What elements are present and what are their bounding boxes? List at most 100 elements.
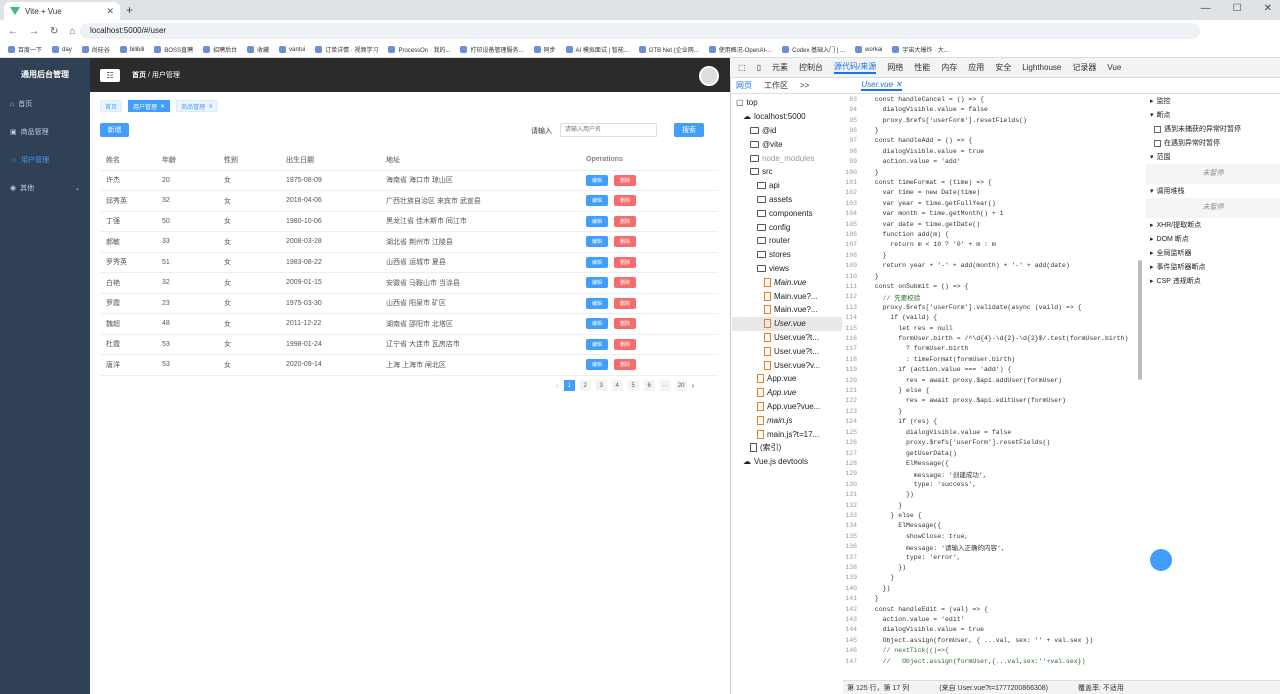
bookmark-item[interactable]: 招聘后台: [203, 45, 237, 54]
bookmark-item[interactable]: 宇宙大爆炸 · 大...: [892, 45, 949, 54]
devtools-tab[interactable]: 控制台: [799, 62, 823, 73]
minimize-icon[interactable]: —: [1201, 3, 1211, 14]
delete-button[interactable]: 删除: [614, 359, 636, 371]
tree-item[interactable]: @vite: [732, 137, 842, 151]
inspect-icon[interactable]: ⬚: [738, 63, 746, 72]
edit-button[interactable]: 编辑: [586, 215, 608, 227]
event-section[interactable]: ▸ 事件监听器断点: [1146, 260, 1280, 274]
tree-item[interactable]: api: [732, 179, 842, 193]
edit-button[interactable]: 编辑: [586, 318, 608, 330]
page-item[interactable]: 20: [675, 380, 687, 391]
devtools-tab[interactable]: Vue: [1107, 63, 1121, 72]
tree-item[interactable]: assets: [732, 193, 842, 207]
tree-item[interactable]: ☁ Vue.js devtools: [732, 455, 842, 469]
delete-button[interactable]: 删除: [614, 256, 636, 268]
tree-item[interactable]: App.vue: [732, 386, 842, 400]
device-icon[interactable]: ▯: [757, 63, 761, 72]
delete-button[interactable]: 删除: [614, 318, 636, 330]
devtools-tab[interactable]: 应用: [968, 62, 984, 73]
breadcrumb-home[interactable]: 首页: [132, 72, 146, 79]
tree-item[interactable]: App.vue?vue...: [732, 400, 842, 414]
tree-item[interactable]: router: [732, 234, 842, 248]
bookmark-item[interactable]: vantui: [279, 46, 305, 53]
tab-page[interactable]: 网页: [736, 80, 752, 91]
address-bar[interactable]: localhost:5000/#/user: [80, 23, 1200, 39]
page-item[interactable]: 5: [627, 380, 639, 391]
delete-button[interactable]: 删除: [614, 297, 636, 309]
tree-item[interactable]: User.vue?t...: [732, 331, 842, 345]
bookmark-item[interactable]: day: [52, 46, 72, 53]
devtools-tab[interactable]: Lighthouse: [1022, 63, 1061, 72]
browser-tab[interactable]: Vite + Vue ✕: [4, 2, 120, 20]
pause-caught-checkbox[interactable]: 在遇到异常时暂停: [1146, 136, 1280, 150]
page-item[interactable]: ···: [659, 380, 671, 391]
delete-button[interactable]: 删除: [614, 338, 636, 350]
sidebar-item-goods[interactable]: ▣ 商品管理: [0, 118, 90, 146]
devtools-tab[interactable]: 记录器: [1072, 62, 1096, 73]
breakpoints-section[interactable]: ▾ 断点: [1146, 108, 1280, 122]
tree-item[interactable]: node_modules: [732, 151, 842, 165]
devtools-tab[interactable]: 安全: [995, 62, 1011, 73]
global-section[interactable]: ▸ 全局监听器: [1146, 246, 1280, 260]
bookmark-item[interactable]: 收藏: [247, 45, 269, 54]
sidebar-item-other[interactable]: ◉ 其他 ⌄: [0, 174, 90, 202]
tree-item[interactable]: views: [732, 262, 842, 276]
page-item[interactable]: 3: [595, 380, 607, 391]
bookmark-item[interactable]: 订单详情 · 视频学习: [315, 45, 378, 54]
back-icon[interactable]: ←: [8, 26, 18, 37]
edit-button[interactable]: 编辑: [586, 174, 608, 186]
edit-button[interactable]: 编辑: [586, 277, 608, 289]
bookmark-item[interactable]: GTB Net (企业网...: [638, 45, 699, 54]
search-button[interactable]: 搜索: [674, 123, 704, 137]
delete-button[interactable]: 删除: [614, 195, 636, 207]
tag-users[interactable]: 用户管理 ✕: [128, 100, 171, 112]
avatar[interactable]: [699, 66, 719, 86]
tree-item[interactable]: main.js: [732, 413, 842, 427]
editor-scrollbar[interactable]: [1138, 260, 1142, 380]
callstack-section[interactable]: ▾ 调用堆栈: [1146, 184, 1280, 198]
close-icon[interactable]: ✕: [208, 103, 213, 110]
close-window-icon[interactable]: ✕: [1264, 3, 1272, 14]
tree-item[interactable]: config: [732, 220, 842, 234]
watch-section[interactable]: ▸ 监控: [1146, 94, 1280, 108]
delete-button[interactable]: 删除: [614, 174, 636, 186]
menu-toggle-button[interactable]: ☷: [100, 68, 120, 82]
edit-button[interactable]: 编辑: [586, 338, 608, 350]
search-input[interactable]: [560, 123, 657, 137]
dom-section[interactable]: ▸ DOM 断点: [1146, 232, 1280, 246]
bookmark-item[interactable]: 使用概况-OpenAI-...: [708, 45, 772, 54]
forward-icon[interactable]: →: [29, 26, 39, 37]
tree-item[interactable]: ▢ top: [732, 96, 842, 110]
bookmark-item[interactable]: AI 模拟面试 | 智能...: [565, 45, 629, 54]
bookmark-item[interactable]: Codex 基础入门 | ...: [782, 45, 845, 54]
tag-home[interactable]: 首页: [100, 100, 123, 112]
edit-button[interactable]: 编辑: [586, 236, 608, 248]
maximize-icon[interactable]: ☐: [1233, 3, 1242, 14]
bookmark-item[interactable]: ProcessOn · 我的...: [388, 45, 450, 54]
edit-button[interactable]: 编辑: [586, 256, 608, 268]
bookmark-item[interactable]: 百度一下: [8, 45, 42, 54]
tree-item[interactable]: Main.vue?...: [732, 289, 842, 303]
csp-section[interactable]: ▸ CSP 违规断点: [1146, 274, 1280, 288]
edit-button[interactable]: 编辑: [586, 297, 608, 309]
tree-item[interactable]: ☁ localhost:5000: [732, 110, 842, 124]
pause-uncaught-checkbox[interactable]: 遇到未捕获的异常时暂停: [1146, 122, 1280, 136]
page-item[interactable]: 1: [563, 380, 575, 391]
tab-workspace[interactable]: 工作区: [764, 80, 788, 91]
devtools-tab[interactable]: 内存: [941, 62, 957, 73]
tree-item[interactable]: @id: [732, 124, 842, 138]
devtools-tab[interactable]: 元素: [772, 62, 788, 73]
bookmark-item[interactable]: 打印设备管理服务...: [460, 45, 524, 54]
bookmark-item[interactable]: 尚硅谷: [81, 45, 110, 54]
edit-button[interactable]: 编辑: [586, 195, 608, 207]
home-icon[interactable]: ⌂: [69, 26, 75, 37]
tree-item[interactable]: main.js?t=17...: [732, 427, 842, 441]
next-page-icon[interactable]: ›: [692, 381, 695, 390]
devtools-tab[interactable]: 性能: [914, 62, 930, 73]
page-item[interactable]: 4: [611, 380, 623, 391]
bookmark-item[interactable]: workai: [855, 46, 882, 53]
add-user-button[interactable]: 新增: [100, 123, 129, 137]
tree-item[interactable]: components: [732, 206, 842, 220]
scope-section[interactable]: ▾ 范围: [1146, 150, 1280, 164]
delete-button[interactable]: 删除: [614, 215, 636, 227]
